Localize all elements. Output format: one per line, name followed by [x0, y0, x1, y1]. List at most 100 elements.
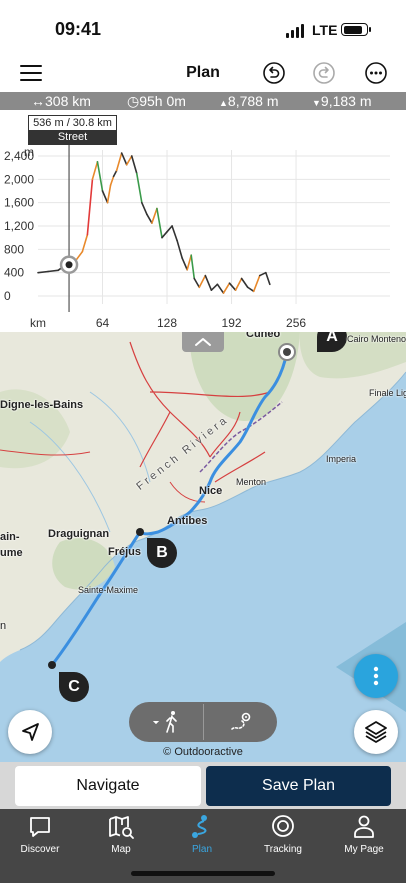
tooltip-position: 536 m / 30.8 km — [33, 117, 112, 129]
label-finale: Finale Lig — [369, 388, 406, 398]
elevation-segment — [234, 277, 243, 291]
route-stats: ↔308 km ◷95h 0m ▲8,788 m ▼9,183 m — [0, 92, 406, 110]
elevation-segment — [246, 286, 255, 293]
status-bar: 09:41 LTE — [0, 0, 406, 56]
tab-discover-label: Discover — [20, 844, 60, 855]
x-tick-label: 256 — [286, 316, 306, 330]
label-imperia: Imperia — [326, 454, 357, 464]
label-sainte-maxime: Sainte-Maxime — [78, 585, 139, 595]
tab-tracking-label: Tracking — [264, 844, 302, 855]
home-indicator — [131, 871, 275, 876]
elevation-segment — [171, 225, 178, 242]
hiking-icon — [153, 711, 177, 733]
y-tick-label: 800 — [4, 242, 24, 256]
label-ume: ume — [0, 547, 23, 559]
label-ain: ain- — [0, 531, 20, 543]
clock-icon: ◷ — [127, 93, 140, 109]
tab-tracking[interactable]: Tracking — [243, 813, 323, 855]
plan-icon — [192, 815, 207, 838]
label-antibes: Antibes — [167, 515, 208, 527]
tab-my-page[interactable]: My Page — [324, 813, 404, 855]
action-bar: Navigate Save Plan — [0, 762, 406, 809]
elevation-segment — [75, 250, 84, 261]
label-n: n — [0, 620, 7, 632]
signal-icon — [286, 24, 304, 38]
label-cairo: Cairo Montenot — [347, 334, 406, 344]
elevation-segment — [161, 231, 168, 239]
elevation-segment — [109, 175, 115, 186]
collapse-chart-button[interactable] — [182, 332, 224, 352]
waypoint-a-label: A — [326, 332, 338, 345]
tab-my-page-label: My Page — [344, 844, 384, 855]
elevation-segment — [228, 282, 237, 291]
y-tick-label: 1,600 — [4, 196, 34, 210]
elevation-segment — [166, 225, 173, 233]
redo-icon[interactable] — [311, 60, 337, 86]
y-tick-label: 1,200 — [4, 219, 34, 233]
waypoint-b[interactable]: B — [147, 538, 177, 568]
tab-discover[interactable]: Discover — [0, 813, 80, 855]
waypoint-b-label: B — [156, 544, 168, 561]
ascent-value: 8,788 m — [227, 93, 279, 109]
tab-map[interactable]: Map — [81, 813, 161, 855]
label-nice: Nice — [199, 485, 223, 497]
discover-icon — [30, 817, 50, 837]
elevation-segment — [141, 201, 148, 216]
elevation-segment — [130, 155, 138, 175]
duration-value: 95h 0m — [139, 93, 186, 109]
tab-plan-label: Plan — [191, 844, 212, 855]
elevation-segment — [156, 207, 163, 239]
elevation-segment — [125, 155, 133, 166]
status-time: 09:41 — [55, 19, 102, 39]
elevation-segment — [193, 277, 201, 289]
undo-icon[interactable] — [261, 60, 287, 86]
y-tick-label: 2,000 — [4, 172, 34, 186]
network-label: LTE — [312, 22, 338, 38]
elevation-segment — [198, 274, 207, 289]
descent-value: 9,183 m — [320, 93, 372, 109]
elevation-segment — [96, 161, 104, 192]
x-axis-label: km — [30, 316, 46, 330]
elevation-segment — [181, 257, 188, 271]
y-tick-label: 0 — [4, 289, 11, 303]
elevation-segment — [101, 190, 109, 204]
user-icon — [354, 815, 374, 838]
elevation-segment — [186, 254, 193, 271]
elevation-segment — [106, 184, 112, 204]
tab-bar: Discover Map Plan Tracking My Page — [0, 809, 406, 883]
map-attribution: © Outdooractive — [163, 746, 243, 758]
elevation-segment — [265, 271, 271, 286]
elevation-segment — [252, 274, 261, 293]
battery-icon — [341, 23, 371, 36]
map-options-button[interactable] — [354, 654, 398, 698]
label-digne: Digne-les-Bains — [0, 399, 84, 411]
route-draw-icon — [231, 712, 251, 730]
label-draguignan: Draguignan — [48, 528, 110, 540]
elevation-segment — [210, 283, 219, 291]
x-tick-label: 192 — [222, 316, 242, 330]
waypoint-c[interactable]: C — [59, 672, 89, 702]
map-view[interactable]: A B C Cuneo Cairo Montenot Digne-les-Bai… — [0, 332, 406, 762]
label-menton: Menton — [236, 477, 267, 487]
ascent-stat: ▲8,788 m — [219, 92, 279, 112]
save-plan-button[interactable]: Save Plan — [206, 766, 391, 806]
vertical-dots-icon — [373, 666, 379, 686]
elevation-segment — [91, 161, 99, 181]
descent-stat: ▼9,183 m — [312, 92, 372, 112]
activity-selector[interactable] — [129, 702, 203, 742]
cursor-marker-dot — [65, 261, 73, 269]
auto-route-toggle[interactable] — [204, 702, 277, 742]
chevron-up-icon — [195, 338, 211, 346]
tab-plan[interactable]: Plan — [162, 813, 242, 855]
ascent-icon: ▲ — [219, 98, 228, 108]
elevation-segment — [190, 254, 196, 280]
more-icon[interactable] — [363, 60, 389, 86]
elevation-chart[interactable]: 2,400 2,000 1,600 1,200 800 400 0 m 64 128 192 256 k… — [0, 110, 406, 332]
label-cuneo: Cuneo — [246, 332, 281, 340]
tab-map-label: Map — [111, 844, 131, 855]
x-tick-label: 128 — [157, 316, 177, 330]
page-title: Plan — [186, 64, 220, 81]
elevation-segment — [151, 207, 158, 224]
navigate-button[interactable]: Navigate — [15, 766, 201, 806]
waypoint-c-label: C — [68, 678, 80, 695]
